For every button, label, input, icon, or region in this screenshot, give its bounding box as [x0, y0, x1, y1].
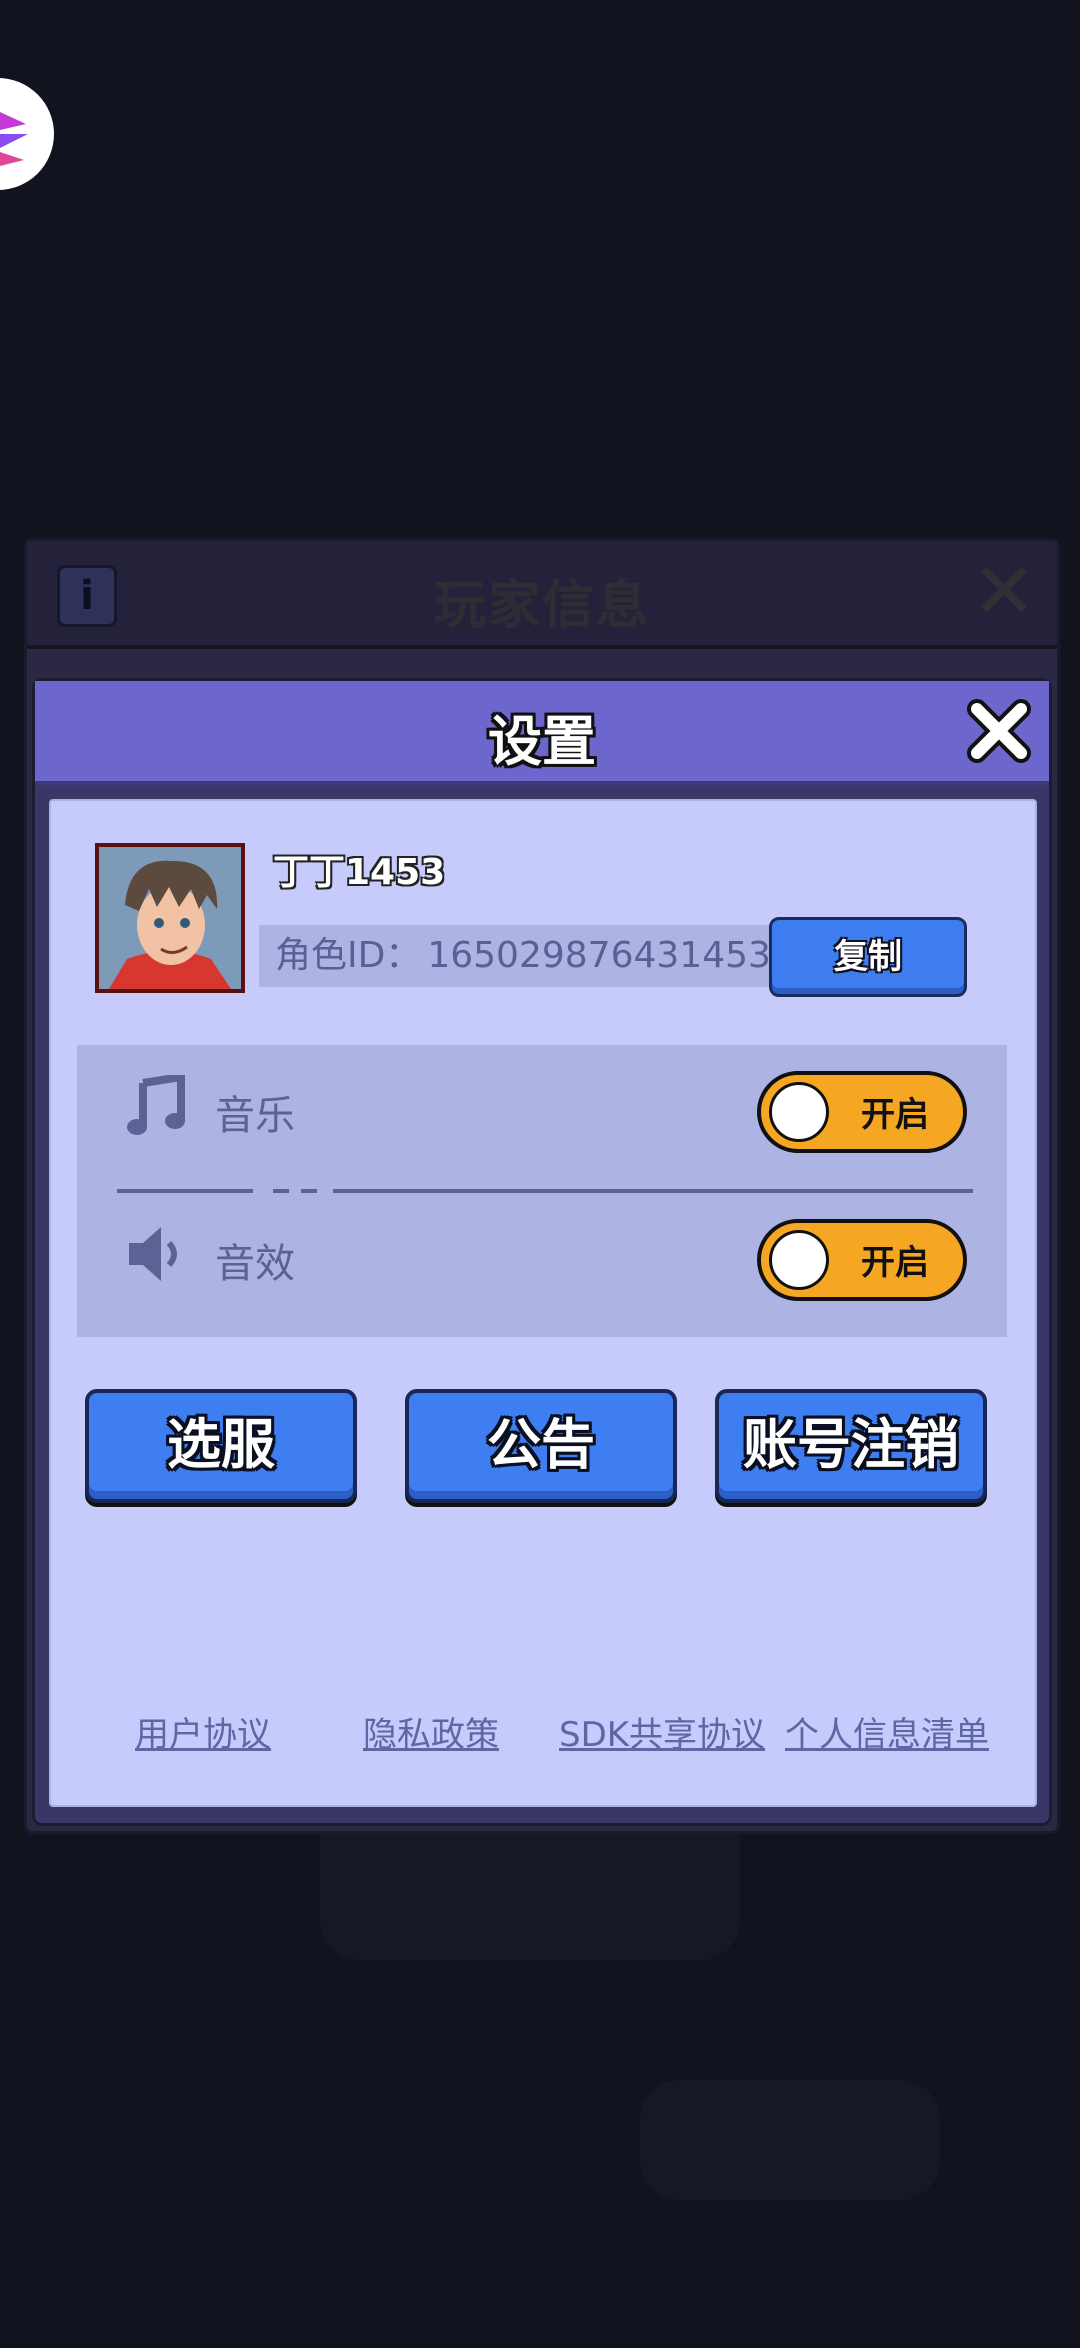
settings-body: 丁丁1453 角色ID： 165029876431453 复制 音乐 开启 音效…	[49, 799, 1037, 1807]
settings-title: 设置	[488, 710, 596, 773]
role-id-value: 165029876431453	[427, 935, 771, 976]
avatar	[95, 843, 245, 993]
assistant-logo-icon	[0, 112, 28, 166]
account-cancel-button[interactable]: 账号注销	[715, 1389, 987, 1503]
sound-effect-toggle[interactable]: 开启	[757, 1219, 967, 1301]
settings-dialog: 设置 丁丁1453 角色ID： 165029876431453 复制 音乐 开启…	[32, 678, 1052, 1826]
sdk-sharing-link[interactable]: SDK共享协议	[559, 1707, 765, 1756]
background-scene-detail	[640, 2080, 940, 2200]
player-name: 丁丁1453	[273, 852, 446, 893]
sound-effect-label: 音效	[215, 1241, 295, 1287]
announcement-button[interactable]: 公告	[405, 1389, 677, 1503]
player-info-header: i 玩家信息 ✕	[27, 541, 1057, 649]
sound-effect-row: 音效 开启	[77, 1193, 1007, 1313]
sound-settings: 音乐 开启 音效 开启	[77, 1045, 1007, 1337]
role-id-field: 角色ID： 165029876431453	[259, 925, 775, 987]
music-toggle[interactable]: 开启	[757, 1071, 967, 1153]
select-server-button[interactable]: 选服	[85, 1389, 357, 1503]
speaker-icon	[129, 1227, 177, 1281]
toggle-knob	[769, 1082, 829, 1142]
music-label: 音乐	[215, 1093, 295, 1139]
copy-id-button[interactable]: 复制	[769, 917, 967, 997]
settings-header: 设置	[35, 681, 1049, 785]
personal-info-list-link[interactable]: 个人信息清单	[785, 1707, 989, 1756]
player-info-title: 玩家信息	[433, 576, 650, 636]
toggle-knob	[769, 1230, 829, 1290]
avatar-portrait-icon	[99, 847, 241, 989]
player-info-close-icon[interactable]: ✕	[969, 553, 1039, 631]
music-note-icon	[127, 1075, 185, 1135]
music-toggle-state: 开启	[861, 1095, 929, 1135]
user-agreement-link[interactable]: 用户协议	[135, 1707, 271, 1756]
sound-effect-toggle-state: 开启	[861, 1243, 929, 1283]
close-icon[interactable]	[963, 695, 1035, 767]
privacy-policy-link[interactable]: 隐私政策	[363, 1707, 499, 1756]
floating-assistant-button[interactable]	[0, 78, 54, 190]
music-row: 音乐 开启	[77, 1045, 1007, 1165]
role-id-label: 角色ID：	[275, 935, 422, 976]
